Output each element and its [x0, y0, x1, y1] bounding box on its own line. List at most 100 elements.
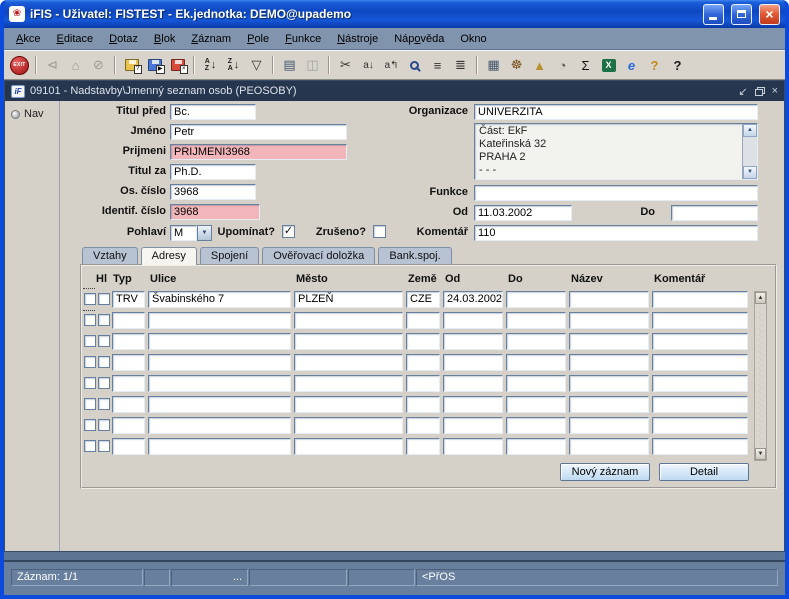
- row-checkbox[interactable]: [84, 419, 96, 431]
- cell-nazev[interactable]: [569, 438, 649, 455]
- menu-item-pole[interactable]: Pole: [239, 30, 277, 48]
- helm-icon[interactable]: ☸: [505, 54, 528, 76]
- mdi-restore-icon[interactable]: [754, 86, 765, 96]
- row-checkbox[interactable]: [84, 335, 96, 347]
- address-scrollbar[interactable]: ▲ ▼: [742, 124, 757, 179]
- menu-item-dotaz[interactable]: Dotaz: [101, 30, 146, 48]
- titul-za-input[interactable]: Ph.D.: [170, 164, 256, 180]
- cell-od[interactable]: [443, 417, 503, 434]
- organizace-address-box[interactable]: Část: EkF Kateřinská 32 PRAHA 2- - - ▲ ▼: [474, 123, 758, 180]
- cell-zeme[interactable]: CZE: [406, 291, 440, 308]
- menu-item-napoveda[interactable]: Nápověda: [386, 30, 452, 48]
- save-query-icon[interactable]: ?: [120, 54, 143, 76]
- cell-do[interactable]: [506, 333, 566, 350]
- row-checkbox[interactable]: [84, 440, 96, 452]
- form-window-titlebar[interactable]: iF 09101 - Nadstavby\Jmenný seznam osob …: [5, 81, 784, 101]
- od-input[interactable]: 11.03.2002: [474, 205, 572, 221]
- print-preview-icon[interactable]: ◫: [301, 54, 324, 76]
- menu-item-editace[interactable]: Editace: [48, 30, 101, 48]
- cell-ulice[interactable]: [148, 354, 291, 371]
- row-checkbox[interactable]: [84, 314, 96, 326]
- cell-nazev[interactable]: [569, 312, 649, 329]
- scroll-down-icon[interactable]: ▼: [743, 166, 757, 179]
- sort-ascending-icon[interactable]: A Z ↓: [199, 54, 222, 76]
- row-checkbox[interactable]: [98, 293, 110, 305]
- row-checkbox[interactable]: [84, 293, 96, 305]
- cell-zeme[interactable]: [406, 396, 440, 413]
- detail-button[interactable]: Detail: [659, 463, 749, 481]
- message-home-icon[interactable]: ⌂: [64, 54, 87, 76]
- cell-od[interactable]: [443, 375, 503, 392]
- cell-typ[interactable]: [112, 375, 145, 392]
- cell-ulice[interactable]: [148, 417, 291, 434]
- message-cancel-icon[interactable]: ⊘: [87, 54, 110, 76]
- cell-zeme[interactable]: [406, 375, 440, 392]
- row-checkbox[interactable]: [98, 314, 110, 326]
- cell-ulice[interactable]: Švabinského 7: [148, 291, 291, 308]
- cell-zeme[interactable]: [406, 354, 440, 371]
- maximize-button[interactable]: [731, 3, 752, 25]
- cell-typ[interactable]: [112, 354, 145, 371]
- cell-nazev[interactable]: [569, 354, 649, 371]
- cell-nazev[interactable]: [569, 375, 649, 392]
- cell-zeme[interactable]: [406, 438, 440, 455]
- cell-mesto[interactable]: [294, 375, 403, 392]
- row-checkbox[interactable]: [98, 398, 110, 410]
- cell-do[interactable]: [506, 312, 566, 329]
- cell-od[interactable]: [443, 396, 503, 413]
- cell-zeme[interactable]: [406, 333, 440, 350]
- menu-item-okno[interactable]: Okno: [452, 30, 494, 48]
- block-list-icon[interactable]: ≣: [449, 54, 472, 76]
- message-send-icon[interactable]: ⊲: [41, 54, 64, 76]
- menu-item-funkce[interactable]: Funkce: [277, 30, 329, 48]
- prijmeni-input[interactable]: PRIJMENI3968: [170, 144, 347, 160]
- record-list-icon[interactable]: ≡: [426, 54, 449, 76]
- new-record-button[interactable]: Nový záznam: [560, 463, 650, 481]
- cell-mesto[interactable]: [294, 312, 403, 329]
- komentar-input[interactable]: 110: [474, 225, 758, 241]
- os-cislo-input[interactable]: 3968: [170, 184, 256, 200]
- upominat-checkbox[interactable]: ✓: [282, 225, 295, 238]
- row-checkbox[interactable]: [84, 398, 96, 410]
- row-checkbox[interactable]: [98, 356, 110, 368]
- row-checkbox[interactable]: [98, 440, 110, 452]
- cell-typ[interactable]: [112, 438, 145, 455]
- cell-nazev[interactable]: [569, 396, 649, 413]
- minimize-button[interactable]: [703, 3, 724, 25]
- titul-pred-input[interactable]: Bc.: [170, 104, 256, 120]
- browser-icon[interactable]: e: [620, 54, 643, 76]
- tab-overovacidolozka[interactable]: Ověřovací doložka: [262, 247, 376, 264]
- cell-mesto[interactable]: [294, 396, 403, 413]
- menu-item-zaznam[interactable]: Záznam: [183, 30, 239, 48]
- cell-komentar[interactable]: [652, 312, 748, 329]
- cell-komentar[interactable]: [652, 375, 748, 392]
- funkce-input[interactable]: [474, 185, 758, 201]
- row-checkbox[interactable]: [98, 335, 110, 347]
- tab-adresy[interactable]: Adresy: [140, 247, 197, 265]
- user-help-icon[interactable]: ?: [643, 54, 666, 76]
- cell-zeme[interactable]: [406, 312, 440, 329]
- organizace-input[interactable]: UNIVERZITA: [474, 104, 758, 120]
- cell-do[interactable]: [506, 375, 566, 392]
- cell-zeme[interactable]: [406, 417, 440, 434]
- nav-item[interactable]: Nav: [5, 108, 59, 120]
- cell-ulice[interactable]: [148, 312, 291, 329]
- cell-typ[interactable]: [112, 417, 145, 434]
- row-checkbox[interactable]: [84, 377, 96, 389]
- cell-mesto[interactable]: [294, 354, 403, 371]
- cell-od[interactable]: [443, 354, 503, 371]
- cut-icon[interactable]: ✂: [334, 54, 357, 76]
- find-icon[interactable]: [403, 54, 426, 76]
- execute-query-icon[interactable]: ▶: [143, 54, 166, 76]
- cell-ulice[interactable]: [148, 375, 291, 392]
- gauge-icon[interactable]: ◔: [551, 54, 574, 76]
- cell-ulice[interactable]: [148, 438, 291, 455]
- cell-nazev[interactable]: [569, 417, 649, 434]
- cell-mesto[interactable]: PLZEŇ: [294, 291, 403, 308]
- row-checkbox[interactable]: [98, 377, 110, 389]
- cell-do[interactable]: [506, 354, 566, 371]
- cell-komentar[interactable]: [652, 354, 748, 371]
- context-help-icon[interactable]: ?: [666, 54, 689, 76]
- cell-nazev[interactable]: [569, 333, 649, 350]
- do-input[interactable]: [671, 205, 758, 221]
